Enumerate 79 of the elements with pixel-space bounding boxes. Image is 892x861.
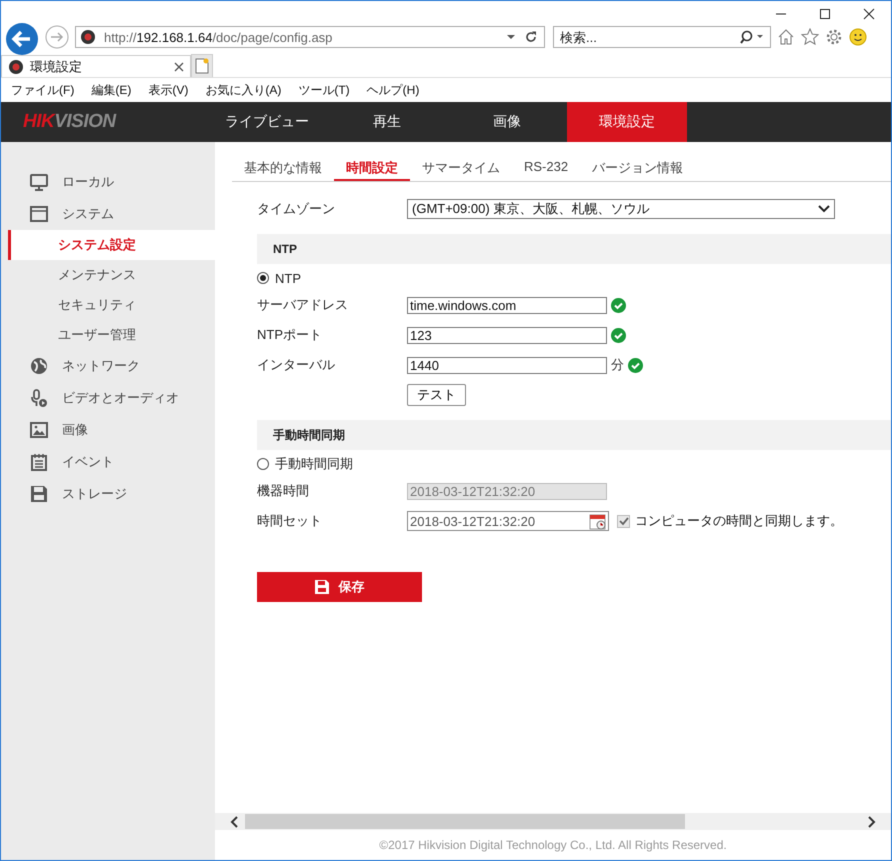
refresh-icon[interactable]	[524, 30, 538, 44]
input-field[interactable]: 123	[407, 326, 607, 344]
sidebar-item[interactable]: システム	[1, 198, 215, 230]
menu-item[interactable]: 編集(E)	[91, 82, 132, 98]
globe-icon	[30, 357, 48, 375]
field-label: 時間セット	[257, 512, 323, 530]
radio-button[interactable]	[257, 458, 269, 470]
checkbox-label: コンピュータの時間と同期します。	[635, 512, 843, 530]
calendar-icon	[30, 453, 48, 471]
input-field[interactable]: time.windows.com	[407, 296, 607, 314]
search-field[interactable]: 検索...	[553, 26, 771, 48]
sidebar-subitem[interactable]: メンテナンス	[1, 260, 215, 290]
browser-tab[interactable]: 環境設定	[1, 55, 191, 77]
radio-label: 手動時間同期	[275, 455, 353, 473]
field-label: サーバアドレス	[257, 296, 349, 314]
sidebar-item[interactable]: ビデオとオーディオ	[1, 382, 215, 414]
calendar-icon[interactable]	[589, 512, 607, 530]
settings-tab[interactable]: 基本的な情報	[232, 155, 334, 181]
new-tab-button[interactable]	[191, 54, 213, 77]
timezone-dropdown[interactable]: (GMT+09:00) 東京、大阪、札幌、ソウル	[407, 199, 835, 219]
logo: HIKVISION	[22, 111, 118, 133]
menu-item[interactable]: 表示(V)	[148, 82, 188, 98]
nav-tab[interactable]: 再生	[327, 102, 447, 142]
save-button[interactable]: 保存	[257, 572, 422, 602]
field-label: タイムゾーン	[257, 200, 336, 218]
scroll-right-icon[interactable]	[867, 816, 877, 828]
input-field[interactable]: 1440	[407, 356, 607, 374]
window-icon	[30, 205, 48, 223]
field-label: インターバル	[257, 356, 336, 374]
date-time-field[interactable]: 2018-03-12T21:32:20	[407, 511, 609, 531]
back-button[interactable]	[5, 22, 39, 56]
settings-tab[interactable]: バージョン情報	[580, 155, 696, 181]
close-button[interactable]	[863, 8, 877, 22]
section-header: NTP	[257, 234, 891, 264]
caret-icon	[818, 205, 830, 213]
settings-tab[interactable]: サマータイム	[410, 155, 512, 181]
nav-tab[interactable]: 環境設定	[567, 102, 687, 142]
address-bar[interactable]: http://192.168.1.64/doc/page/config.asp	[75, 26, 545, 48]
radio-button[interactable]	[257, 272, 269, 284]
sidebar-subitem[interactable]: システム設定	[8, 230, 215, 260]
tab-title: 環境設定	[30, 58, 83, 76]
maximize-button[interactable]	[819, 8, 833, 22]
close-icon[interactable]	[174, 62, 184, 72]
radio-label: NTP	[275, 270, 301, 286]
sidebar-item[interactable]: ローカル	[1, 166, 215, 198]
smiley-icon[interactable]	[849, 28, 867, 46]
menu-item[interactable]: ファイル(F)	[11, 82, 74, 98]
section-header: 手動時間同期	[257, 420, 891, 450]
image-icon	[30, 421, 48, 439]
home-icon[interactable]	[777, 28, 795, 46]
sidebar-item[interactable]: ネットワーク	[1, 350, 215, 382]
settings-tab[interactable]: 時間設定	[334, 155, 410, 181]
menu-item[interactable]: ヘルプ(H)	[366, 82, 420, 98]
sidebar-item[interactable]: 画像	[1, 414, 215, 446]
dropdown-icon[interactable]	[506, 34, 516, 40]
settings-tab[interactable]: RS-232	[512, 155, 580, 181]
search-icon[interactable]	[739, 30, 765, 44]
horizontal-scrollbar[interactable]	[215, 813, 891, 830]
sidebar-subitem[interactable]: セキュリティ	[1, 290, 215, 320]
menu-item[interactable]: お気に入り(A)	[205, 82, 282, 98]
star-icon[interactable]	[801, 28, 819, 46]
unit-label: 分	[611, 356, 624, 374]
nav-tab[interactable]: 画像	[447, 102, 567, 142]
sidebar-item[interactable]: ストレージ	[1, 478, 215, 510]
field-label: 機器時間	[257, 482, 310, 500]
monitor-icon	[30, 173, 48, 191]
field-label: NTPポート	[257, 326, 323, 344]
checkbox[interactable]	[617, 514, 630, 528]
camera-icon	[80, 29, 96, 45]
sidebar-item[interactable]: イベント	[1, 446, 215, 478]
microphone-icon	[30, 389, 48, 407]
menu-item[interactable]: ツール(T)	[298, 82, 350, 98]
camera-icon	[8, 58, 24, 74]
scroll-left-icon[interactable]	[229, 816, 239, 828]
test-button[interactable]: テスト	[407, 384, 466, 406]
sidebar-subitem[interactable]: ユーザー管理	[1, 320, 215, 350]
nav-tab[interactable]: ライブビュー	[207, 102, 327, 142]
copyright-text: ©2017 Hikvision Digital Technology Co., Ltd. All Rights Reserved.	[378, 837, 728, 854]
settings-icon[interactable]	[825, 28, 843, 46]
